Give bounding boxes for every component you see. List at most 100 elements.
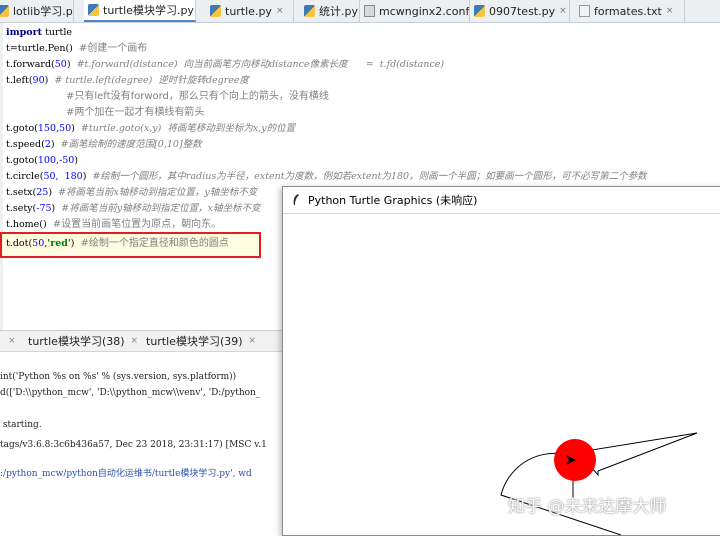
code-comment: #设置当前画笔位置为原点，朝向东。	[52, 219, 222, 230]
editor-gutter	[0, 23, 3, 330]
code-text: )	[82, 171, 93, 182]
code-line-13: t.home() #设置当前画笔位置为原点，朝向东。	[6, 217, 221, 233]
python-file-icon	[474, 5, 485, 17]
code-line-2: t=turtle.Pen() #创建一个画布	[6, 41, 147, 57]
tab-formates[interactable]: formates.txt ×	[575, 0, 685, 22]
code-text: t.circle(	[6, 171, 44, 182]
turtle-graphics-window[interactable]: Python Turtle Graphics (未响应)	[282, 186, 720, 536]
close-icon[interactable]: ×	[666, 6, 674, 16]
code-string: 'red'	[47, 238, 71, 249]
code-comment: #画笔绘制的速度范围[0,10]整数	[60, 139, 202, 150]
tab-turtle-study[interactable]: turtle模块学习.py ×	[84, 0, 196, 22]
code-text: t.goto(	[6, 123, 38, 134]
code-comment: # turtle.left(degree) 逆时针旋转degree度	[54, 75, 249, 86]
code-text: t.setx(	[6, 187, 37, 198]
code-number: 25	[36, 187, 49, 198]
run-tab-39[interactable]: turtle模块学习(39) ×	[140, 331, 256, 351]
python-file-icon	[88, 4, 99, 16]
tab-nginx-conf[interactable]: mcwnginx2.conf ×	[360, 0, 470, 22]
close-icon[interactable]: ×	[249, 336, 257, 346]
code-comment: #turtle.goto(x,y) 将画笔移动到坐标为x,y的位置	[80, 123, 296, 134]
keyword: import	[6, 27, 43, 38]
code-number: 90	[32, 75, 45, 86]
run-tab-prev[interactable]: ×	[0, 331, 16, 351]
code-text: )	[48, 187, 59, 198]
console-line: d(['D:\\python_mcw', 'D:\\python_mcw\\ve…	[0, 388, 261, 398]
code-line-8: t.speed(2) #画笔绘制的速度范围[0,10]整数	[6, 137, 202, 153]
close-icon[interactable]: ×	[559, 6, 567, 16]
console-line: tags/v3.6.8:3c6b436a57, Dec 23 2018, 23:…	[0, 440, 267, 450]
code-text: t.forward(	[6, 59, 55, 70]
console-line: int('Python %s on %s' % (sys.version, sy…	[0, 372, 237, 382]
code-text: )	[51, 203, 62, 214]
run-tab-38[interactable]: turtle模块学习(38) ×	[22, 331, 138, 351]
close-icon[interactable]: ×	[131, 336, 139, 346]
code-line-12: t.sety(-75) #将画笔当前y轴移动到指定位置，x轴坐标不变	[6, 201, 260, 217]
code-text: t.home()	[6, 219, 53, 230]
code-line-3: t.forward(50) #t.forward(distance) 向当前画笔…	[6, 57, 444, 73]
tab-turtle[interactable]: turtle.py ×	[206, 0, 294, 22]
close-icon[interactable]: ×	[276, 6, 284, 16]
code-text: turtle	[42, 27, 73, 38]
feather-icon	[293, 194, 299, 205]
code-line-4: t.left(90) # turtle.left(degree) 逆时针旋转de…	[6, 73, 249, 89]
code-number: -75	[36, 203, 52, 214]
code-text: t.sety(	[6, 203, 37, 214]
code-comment: #只有left没有forword，那么只有个向上的箭头，没有横线	[66, 91, 329, 102]
code-text: t=turtle.Pen()	[6, 43, 79, 54]
code-text: )	[66, 59, 77, 70]
code-text: )	[71, 123, 81, 134]
code-comment: #创建一个画布	[78, 43, 148, 54]
code-comment: #t.forward(distance) 向当前画笔方向移动distance像素…	[76, 59, 445, 70]
code-comment: #将画笔当前x轴移动到指定位置，y轴坐标不变	[58, 187, 258, 198]
code-number: 50, 180	[43, 171, 83, 182]
turtle-drawing-path	[500, 432, 698, 535]
config-file-icon	[364, 5, 375, 17]
turtle-window-titlebar[interactable]: Python Turtle Graphics (未响应)	[283, 187, 720, 214]
tab-label: 0907test.py	[489, 4, 556, 18]
tab-0907test[interactable]: 0907test.py ×	[470, 0, 570, 22]
python-file-icon	[0, 5, 9, 17]
turtle-canvas	[500, 432, 698, 535]
close-icon[interactable]: ×	[8, 336, 16, 346]
code-line-5: #只有left没有forword，那么只有个向上的箭头，没有横线	[66, 89, 329, 105]
console-line: :/python_mcw/python自动化运维书/turtle模块学习.py'…	[0, 469, 252, 479]
code-line-14: t.dot(50,'red') #绘制一个指定直径和颜色的圆点	[6, 236, 229, 252]
tab-label: formates.txt	[594, 4, 662, 18]
code-comment: #两个加在一起才有横线有箭头	[66, 107, 205, 118]
code-line-1: import turtle	[6, 25, 72, 41]
run-tab-label: turtle模块学习(39)	[146, 335, 243, 348]
code-line-11: t.setx(25) #将画笔当前x轴移动到指定位置，y轴坐标不变	[6, 185, 257, 201]
code-number: 50,	[32, 238, 48, 249]
code-text: )	[44, 75, 55, 86]
code-comment: #将画笔当前y轴移动到指定位置，x轴坐标不变	[61, 203, 261, 214]
python-file-icon	[210, 5, 221, 17]
run-tab-label: turtle模块学习(38)	[28, 335, 125, 348]
code-text: )	[74, 155, 79, 166]
code-text: t.goto(	[6, 155, 38, 166]
tab-matplotlib[interactable]: lotlib学习.py ×	[0, 0, 74, 22]
code-text: )	[50, 139, 61, 150]
code-line-10: t.circle(50, 180) #绘制一个圆形，其中radius为半径，ex…	[6, 169, 647, 185]
code-text: )	[70, 238, 81, 249]
text-file-icon	[579, 5, 590, 17]
code-text: t.speed(	[6, 139, 45, 150]
code-number: 50	[54, 59, 67, 70]
code-number: 100,-50	[37, 155, 75, 166]
tab-label: mcwnginx2.conf	[379, 4, 470, 18]
tab-label: 统计.py	[319, 5, 358, 18]
tab-label: lotlib学习.py	[13, 5, 74, 18]
code-comment: #绘制一个圆形，其中radius为半径，extent为度数，例如若extent为…	[92, 171, 647, 182]
zhihu-watermark: 知乎 @未来达摩大师	[508, 497, 667, 517]
editor-tab-bar: lotlib学习.py × turtle模块学习.py × turtle.py …	[0, 0, 720, 23]
code-text: t.left(	[6, 75, 33, 86]
console-line: starting.	[0, 420, 42, 430]
code-line-6: #两个加在一起才有横线有箭头	[66, 105, 204, 121]
tab-label: turtle.py	[225, 4, 272, 18]
code-line-7: t.goto(150,50) #turtle.goto(x,y) 将画笔移动到坐…	[6, 121, 295, 137]
code-number: 150,50	[37, 123, 72, 134]
code-text: t.dot(	[6, 238, 33, 249]
tab-statistics[interactable]: 统计.py ×	[300, 0, 360, 22]
python-file-icon	[304, 5, 315, 17]
turtle-window-title: Python Turtle Graphics (未响应)	[308, 194, 478, 207]
